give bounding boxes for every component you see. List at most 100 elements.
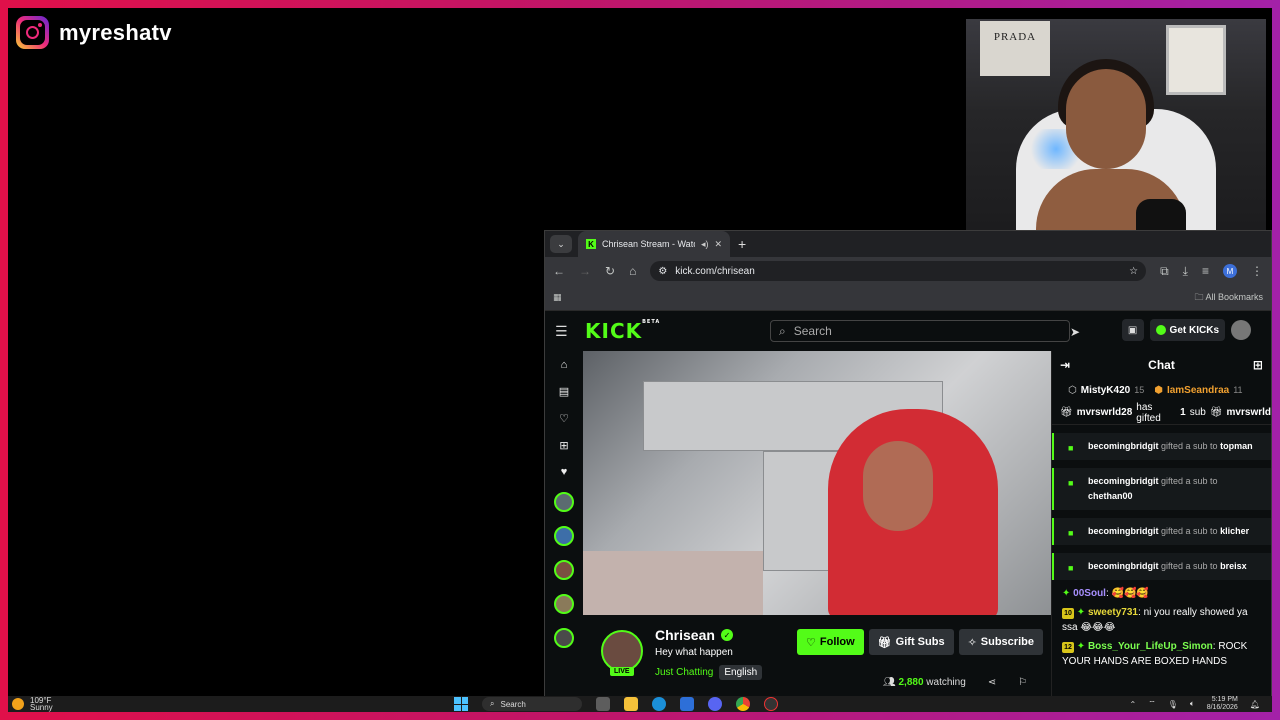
language-tag[interactable]: English [719,665,763,680]
header-actions: ▣ Get KICKs [1121,319,1251,341]
gift-text: has gifted [1136,401,1161,424]
channel-avatar[interactable] [601,630,643,672]
share-icon[interactable]: ⋖ [988,677,996,688]
taskbar-search-label: Search [500,699,526,709]
desk [583,551,763,615]
tab-kick[interactable]: K Chrisean Stream - Watch Live ◂) ✕ [578,231,730,257]
back-icon[interactable]: ← [553,264,565,278]
sparkle-badge-icon: ✦ [1062,588,1071,599]
chat-username[interactable]: sweety731 [1088,607,1138,618]
chat-users-icon[interactable]: ⊞ [1253,358,1263,372]
leader-user[interactable]: MistyK420 [1081,385,1130,396]
category-link[interactable]: Just Chatting [655,667,713,678]
gift-icon: ■ [1068,478,1074,488]
taskbar-search[interactable]: ⌕ Search [482,697,582,711]
download-icon[interactable]: ⤓ [1183,264,1188,279]
follow-label: Follow [819,636,855,648]
reload-icon[interactable]: ↻ [605,264,615,278]
kicks-coin-icon [1155,325,1166,335]
new-tab-button[interactable]: + [738,236,746,252]
dashboard-icon[interactable]: ▣ [1121,319,1144,341]
gift-user[interactable]: becomingbridgit [1088,561,1159,571]
chat-panel: ⇥ Chat ⊞ ⬡ MistyK420 15 ⬢ IamSeandraa 11… [1051,351,1271,711]
chrome-icon[interactable] [736,697,750,711]
bookmark-star-icon[interactable]: ☆ [1129,266,1138,277]
volume-icon[interactable]: 🔈︎ [1190,699,1195,709]
gift-user[interactable]: mvrswrld [1227,407,1271,418]
report-icon[interactable]: ⚐ [1018,677,1027,688]
gift-user[interactable]: mvrswrld28 [1077,407,1133,418]
search-input[interactable]: ⌕ Search [770,320,1070,342]
followed-channel-avatar[interactable] [554,560,574,580]
apps-grid-icon[interactable]: ▦ [553,292,562,303]
categories-nav-icon[interactable]: ⊞ [559,439,568,452]
site-info-icon[interactable]: ⚙ [658,266,667,277]
toolbar: ← → ↻ ⌂ ⚙ kick.com/chrisean ☆ ⧉ ⤓ ≡ M ⋮ [545,257,1271,285]
gift-text: gifted a sub to [1161,476,1218,486]
microphone-icon[interactable]: 🎙︎ [1168,700,1178,709]
discord-icon[interactable] [708,697,722,711]
channel-name[interactable]: Chrisean ✓ [655,627,733,643]
tab-search-button[interactable]: ⌄ [550,235,572,253]
obs-icon[interactable] [764,697,778,711]
chat-header: ⇥ Chat ⊞ [1052,351,1271,379]
notification-bell-icon[interactable]: 🔔︎ [1250,700,1260,709]
subscribe-button[interactable]: ✧ Subscribe [958,629,1043,655]
chat-username[interactable]: Boss_Your_LifeUp_Simon [1088,641,1213,652]
address-bar[interactable]: ⚙ kick.com/chrisean ☆ [650,261,1147,281]
get-kicks-label: Get KICKs [1169,324,1219,336]
following-nav-icon[interactable]: ♡ [559,412,569,425]
hamburger-menu-icon[interactable]: ☰ [555,323,575,340]
speaker-icon[interactable]: ◂) [701,239,709,250]
home-nav-icon[interactable]: ⌂ [561,359,568,371]
pinned-gift: 🎁︎ mvrswrld28 has gifted 1 sub 🎁︎ mvrswr… [1052,401,1271,425]
followed-channel-avatar[interactable] [554,628,574,648]
gift-target[interactable]: topman [1220,441,1253,451]
gift-event: ■ becomingbridgit gifted a sub to topman [1052,433,1271,460]
task-view-icon[interactable] [596,697,610,711]
gift-subs-button[interactable]: 🎁︎ Gift Subs [868,629,954,655]
followed-channel-avatar[interactable] [554,492,574,512]
gift-target[interactable]: breisx [1220,561,1247,571]
kick-logo[interactable]: KICKBETA [585,319,660,343]
network-icon[interactable]: ⌔ [1148,699,1156,709]
home-icon[interactable]: ⌂ [629,264,636,278]
streamer-face [863,441,933,531]
sub-badge: 12 [1062,642,1074,653]
chevron-up-icon[interactable]: ⌃ [1129,700,1136,709]
followed-channel-avatar[interactable] [554,526,574,546]
all-bookmarks[interactable]: 🗀 All Bookmarks [1194,290,1263,306]
clock[interactable]: 5:19 PM 8/16/2026 [1207,696,1238,712]
windows-start-icon[interactable] [454,697,468,711]
channel-actions: ♡ Follow 🎁︎ Gift Subs ✧ Subscribe [797,629,1043,655]
followed-channel-avatar[interactable] [554,594,574,614]
gift-user[interactable]: becomingbridgit [1088,476,1159,486]
collapse-chat-icon[interactable]: ⇥ [1060,358,1070,372]
store-icon[interactable] [680,697,694,711]
edge-icon[interactable] [652,697,666,711]
gift-target[interactable]: klicher [1220,526,1249,536]
profile-avatar[interactable]: M [1223,264,1237,278]
weather-widget[interactable]: 109°F Sunny [12,697,53,712]
gift-target[interactable]: chethan00 [1088,491,1133,501]
subscribe-label: Subscribe [980,636,1034,648]
leader-user[interactable]: IamSeandraa [1167,385,1229,396]
reading-list-icon[interactable]: ≡ [1202,264,1209,278]
leader-rank-icon: ⬢ [1154,384,1163,396]
browse-nav-icon[interactable]: ▤ [559,385,569,398]
get-kicks-button[interactable]: Get KICKs [1149,319,1225,341]
file-explorer-icon[interactable] [624,697,638,711]
forward-icon[interactable]: → [579,264,591,278]
chat-username[interactable]: 00Soul [1073,588,1106,599]
menu-kebab-icon[interactable]: ⋮ [1251,264,1263,278]
close-tab-icon[interactable]: ✕ [714,239,722,250]
instagram-brand: myreshatv [16,16,172,49]
follow-button[interactable]: ♡ Follow [797,629,864,655]
gift-user[interactable]: becomingbridgit [1088,441,1159,451]
wall-frame [1166,25,1226,95]
gift-subs-label: Gift Subs [895,636,945,648]
extensions-icon[interactable]: ⧉ [1160,264,1169,279]
gift-user[interactable]: becomingbridgit [1088,526,1159,536]
user-avatar[interactable] [1231,320,1251,340]
video-player[interactable] [583,351,1051,615]
